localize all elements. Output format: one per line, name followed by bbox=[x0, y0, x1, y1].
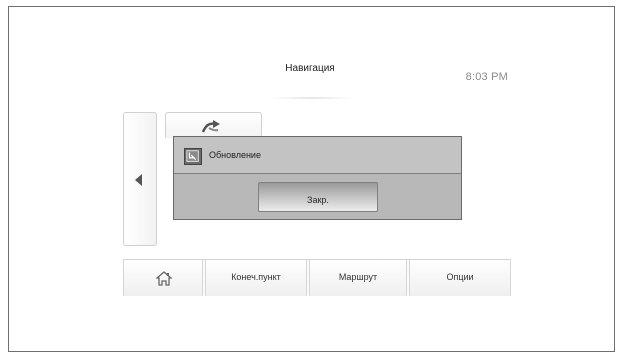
route-button[interactable]: Маршрут bbox=[309, 260, 407, 296]
dialog-title: Обновление bbox=[209, 150, 261, 160]
destination-button[interactable]: Конеч.пункт bbox=[205, 260, 307, 296]
home-button[interactable] bbox=[123, 260, 203, 296]
dialog-header: Обновление bbox=[174, 137, 461, 174]
close-button[interactable]: Закр. bbox=[258, 182, 378, 212]
clock: 8:03 PM bbox=[465, 71, 508, 83]
update-dialog: Обновление Закр. bbox=[173, 136, 462, 220]
options-button[interactable]: Опции bbox=[409, 260, 511, 296]
home-icon bbox=[156, 271, 172, 286]
update-icon bbox=[184, 148, 202, 165]
chevron-left-icon bbox=[135, 174, 142, 186]
page-title: Навигация bbox=[285, 63, 335, 74]
navigation-arrows-icon bbox=[201, 120, 220, 133]
bottom-nav-bar: Конеч.пункт Маршрут Опции bbox=[123, 259, 511, 296]
title-divider bbox=[270, 97, 354, 99]
